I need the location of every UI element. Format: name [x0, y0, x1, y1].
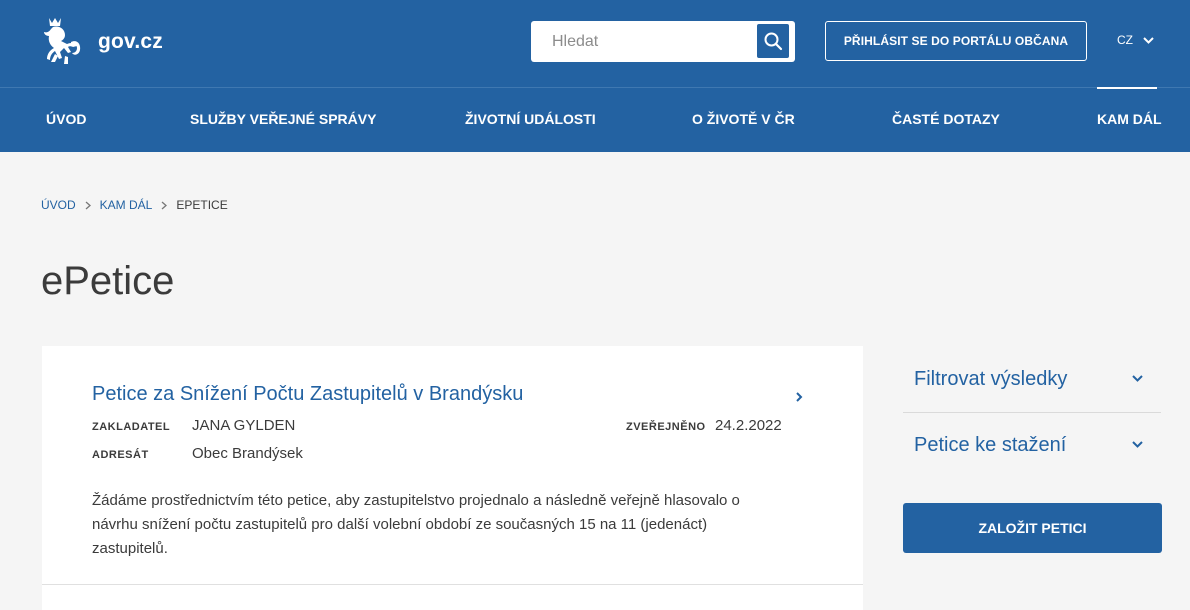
filter-results-label: Filtrovat výsledky — [914, 368, 1068, 390]
site-logo-text[interactable]: gov.cz — [98, 30, 163, 54]
citizen-portal-login-button[interactable]: PŘIHLÁSIT SE DO PORTÁLU OBČANA — [825, 21, 1087, 61]
petition-description: Žádáme prostřednictvím této petice, aby … — [92, 492, 740, 557]
nav-active-indicator — [1097, 87, 1157, 89]
chevron-right-icon[interactable] — [795, 390, 803, 408]
search-box — [531, 21, 795, 62]
breadcrumb: ÚVOD KAM DÁL EPETICE — [41, 198, 228, 212]
lion-coat-of-arms-icon[interactable] — [41, 14, 87, 68]
nav-item-zivotni-udalosti[interactable]: ŽIVOTNÍ UDÁLOSTI — [465, 111, 596, 127]
petition-download-label: Petice ke stažení — [914, 434, 1067, 456]
create-petition-button[interactable]: ZALOŽIT PETICI — [903, 503, 1162, 553]
breadcrumb-link-uvod[interactable]: ÚVOD — [41, 198, 76, 212]
breadcrumb-current: EPETICE — [176, 198, 228, 212]
published-label: ZVEŘEJNĚNO — [626, 421, 706, 433]
chevron-right-icon — [85, 201, 91, 210]
chevron-down-icon — [1132, 375, 1143, 382]
search-icon — [764, 32, 783, 51]
search-input[interactable] — [531, 21, 755, 62]
page-title: ePetice — [41, 259, 175, 303]
chevron-right-icon — [161, 201, 168, 210]
chevron-down-icon — [1132, 441, 1143, 448]
nav-item-uvod[interactable]: ÚVOD — [46, 111, 86, 127]
nav-item-sluzby[interactable]: SLUŽBY VEŘEJNÉ SPRÁVY — [190, 111, 376, 127]
search-button[interactable] — [757, 24, 789, 58]
header-divider — [0, 87, 1190, 88]
nav-item-kam-dal[interactable]: KAM DÁL — [1097, 111, 1162, 127]
chevron-down-icon — [1143, 36, 1154, 44]
card-divider — [42, 584, 863, 585]
language-label: CZ — [1117, 33, 1133, 47]
nav-item-o-zivote[interactable]: O ŽIVOTĚ V ČR — [692, 111, 795, 127]
language-selector[interactable]: CZ — [1117, 33, 1154, 47]
breadcrumb-link-kam-dal[interactable]: KAM DÁL — [100, 198, 153, 212]
addressee-label: ADRESÁT — [92, 449, 149, 461]
nav-item-caste-dotazy[interactable]: ČASTÉ DOTAZY — [892, 111, 1000, 127]
petition-title-link[interactable]: Petice za Snížení Počtu Zastupitelů v Br… — [92, 383, 523, 406]
founder-label: ZAKLADATEL — [92, 421, 171, 433]
founder-value: JANA GYLDEN — [192, 417, 296, 434]
addressee-value: Obec Brandýsek — [192, 445, 303, 462]
published-date: 24.2.2022 — [715, 417, 782, 434]
petition-download-toggle[interactable]: Petice ke stažení — [903, 412, 1161, 478]
filter-results-toggle[interactable]: Filtrovat výsledky — [903, 346, 1161, 412]
